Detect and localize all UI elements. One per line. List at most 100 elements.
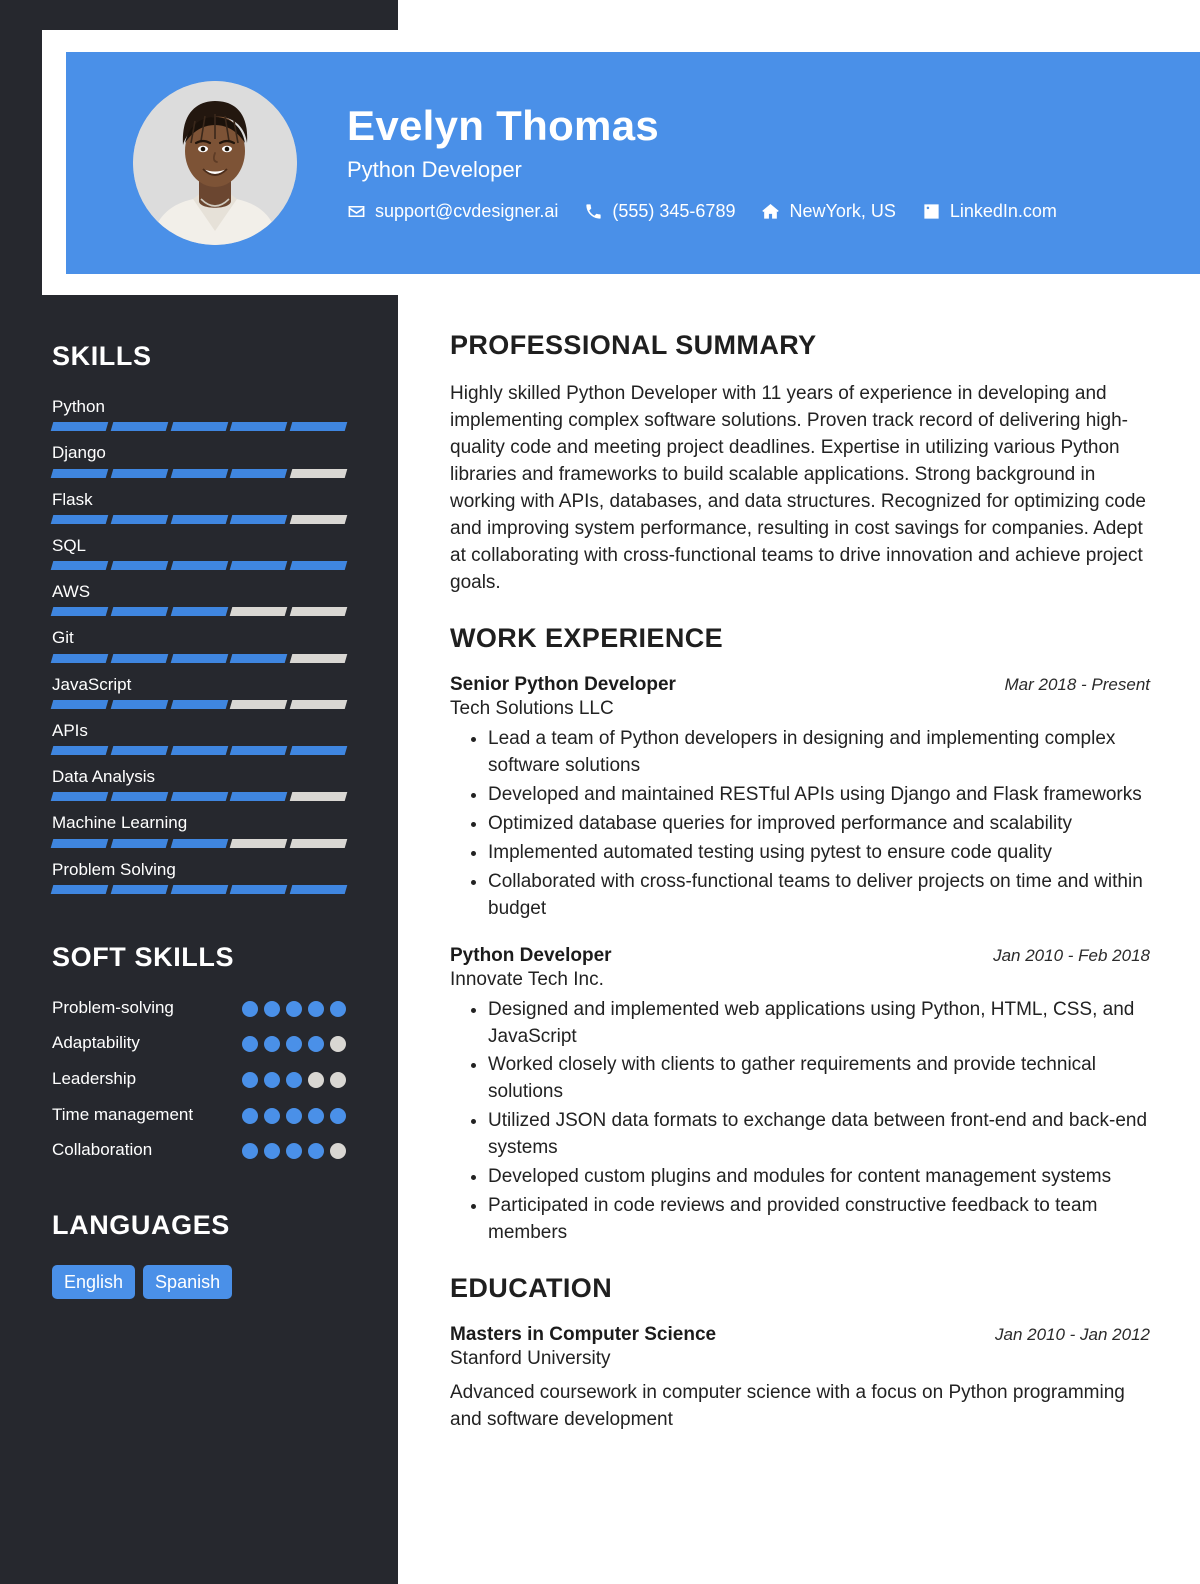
skill-item: APIs xyxy=(50,720,348,755)
work-entry-organization: Tech Solutions LLC xyxy=(450,697,614,719)
skill-level-segment xyxy=(110,792,168,802)
skill-level-segment xyxy=(289,422,348,432)
bullet-item: Collaborated with cross-functional teams… xyxy=(488,869,1150,923)
skill-item: Machine Learning xyxy=(50,812,348,848)
skill-level-bar xyxy=(50,792,348,802)
work-entry-bullets: Designed and implemented web application… xyxy=(450,997,1150,1248)
skill-level-segment xyxy=(50,561,109,570)
bullet-item: Designed and implemented web application… xyxy=(488,997,1150,1051)
linkedin-icon xyxy=(922,202,941,221)
rating-dot xyxy=(286,1071,302,1088)
work-experience-list: Senior Python Developer Mar 2018 - Presen… xyxy=(450,674,1150,1248)
resume-header: Evelyn Thomas Python Developer support@c… xyxy=(66,52,1200,274)
skill-level-segment xyxy=(170,422,228,432)
skill-level-bar xyxy=(50,514,348,524)
skill-item: Flask xyxy=(50,489,348,524)
skill-level-segment xyxy=(289,884,348,894)
rating-dot xyxy=(308,1143,324,1160)
education-entry-organization: Stanford University xyxy=(450,1348,611,1370)
rating-dot xyxy=(330,1071,346,1088)
skill-level-segment xyxy=(170,607,228,617)
rating-dot xyxy=(286,1036,302,1053)
skill-item: Git xyxy=(50,627,348,663)
soft-skill-item: Leadership xyxy=(52,1068,346,1091)
skill-level-segment xyxy=(230,884,288,894)
skill-level-segment xyxy=(50,653,109,663)
rating-dot xyxy=(330,1107,346,1124)
contact-email[interactable]: support@cvdesigner.ai xyxy=(347,201,558,222)
rating-dot xyxy=(264,1107,280,1124)
skill-level-segment xyxy=(230,422,288,432)
work-entry-date: Jan 2010 - Feb 2018 xyxy=(993,945,1150,965)
education-heading: EDUCATION xyxy=(450,1273,613,1304)
contact-email-text: support@cvdesigner.ai xyxy=(375,200,559,221)
languages-heading: LANGUAGES xyxy=(52,1209,230,1240)
skill-item: Django xyxy=(50,442,348,478)
skill-label: Python xyxy=(52,397,105,416)
work-entry: Senior Python Developer Mar 2018 - Presen… xyxy=(450,674,1150,923)
rating-dot xyxy=(330,1000,346,1017)
skill-level-bar xyxy=(50,607,348,617)
skill-level-segment xyxy=(289,653,348,663)
language-tag[interactable]: Spanish xyxy=(143,1264,233,1300)
bullet-item: Implemented automated testing using pyte… xyxy=(488,840,1150,867)
soft-skill-rating xyxy=(242,1032,346,1053)
contact-phone[interactable]: (555) 345-6789 xyxy=(584,201,735,222)
skill-level-segment xyxy=(170,514,228,524)
bullet-item: Developed and maintained RESTful APIs us… xyxy=(488,782,1150,809)
page-title: Evelyn Thomas xyxy=(347,102,660,150)
skill-level-segment xyxy=(50,838,109,848)
skill-item: SQL xyxy=(50,535,348,570)
skill-level-bar xyxy=(50,561,348,570)
rating-dot xyxy=(264,1071,280,1088)
soft-skill-label: Adaptability xyxy=(52,1033,140,1053)
skill-label: Flask xyxy=(52,489,93,509)
summary-heading: PROFESSIONAL SUMMARY xyxy=(450,330,817,360)
phone-icon xyxy=(584,202,603,221)
skill-level-segment xyxy=(110,746,168,755)
soft-skill-rating xyxy=(242,1139,346,1160)
skill-label: SQL xyxy=(52,535,87,555)
language-tag[interactable]: English xyxy=(52,1264,136,1300)
skill-level-segment xyxy=(50,699,109,709)
rating-dot xyxy=(308,1107,324,1124)
contact-linkedin[interactable]: LinkedIn.com xyxy=(922,201,1057,222)
skill-level-segment xyxy=(289,607,348,617)
soft-skill-item: Problem-solving xyxy=(52,997,346,1020)
bullet-item: Participated in code reviews and provide… xyxy=(488,1193,1150,1247)
work-entry-title: Python Developer xyxy=(450,944,612,966)
contact-location[interactable]: NewYork, US xyxy=(761,201,896,222)
skill-level-segment xyxy=(230,561,288,570)
skill-level-segment xyxy=(170,838,228,848)
summary-text: Highly skilled Python Developer with 11 … xyxy=(450,383,1146,593)
skill-level-segment xyxy=(110,561,168,570)
skills-list: Python Django Flask SQL AWS Git JavaScript APIs… xyxy=(50,396,348,894)
skill-level-bar xyxy=(50,422,348,432)
rating-dot xyxy=(264,1000,280,1017)
skill-item: AWS xyxy=(50,581,348,617)
soft-skill-rating xyxy=(242,1068,346,1088)
section-professional-summary: PROFESSIONAL SUMMARY Highly skilled Pyth… xyxy=(450,330,1150,597)
bullet-item: Utilized JSON data formats to exchange d… xyxy=(488,1108,1150,1162)
rating-dot xyxy=(242,1143,258,1160)
soft-skills-heading: SOFT SKILLS xyxy=(52,941,235,972)
skill-label: APIs xyxy=(52,720,88,740)
skill-item: JavaScript xyxy=(50,674,348,709)
skill-level-segment xyxy=(170,468,228,478)
rating-dot xyxy=(264,1036,280,1053)
home-icon xyxy=(761,202,780,221)
skill-label: Data Analysis xyxy=(52,767,155,786)
bullet-item: Developed custom plugins and modules for… xyxy=(488,1164,1150,1191)
skill-label: JavaScript xyxy=(52,674,132,694)
rating-dot xyxy=(242,1000,258,1017)
work-entry-header: Senior Python Developer Mar 2018 - Presen… xyxy=(450,674,1150,696)
rating-dot xyxy=(242,1107,258,1124)
skill-level-segment xyxy=(170,653,228,663)
skill-level-segment xyxy=(289,561,348,570)
skill-level-segment xyxy=(230,468,288,478)
bullet-item: Worked closely with clients to gather re… xyxy=(488,1052,1150,1106)
skill-level-segment xyxy=(230,792,288,802)
avatar xyxy=(133,81,297,245)
skill-item: Python xyxy=(50,396,348,432)
skill-level-bar xyxy=(50,699,348,709)
